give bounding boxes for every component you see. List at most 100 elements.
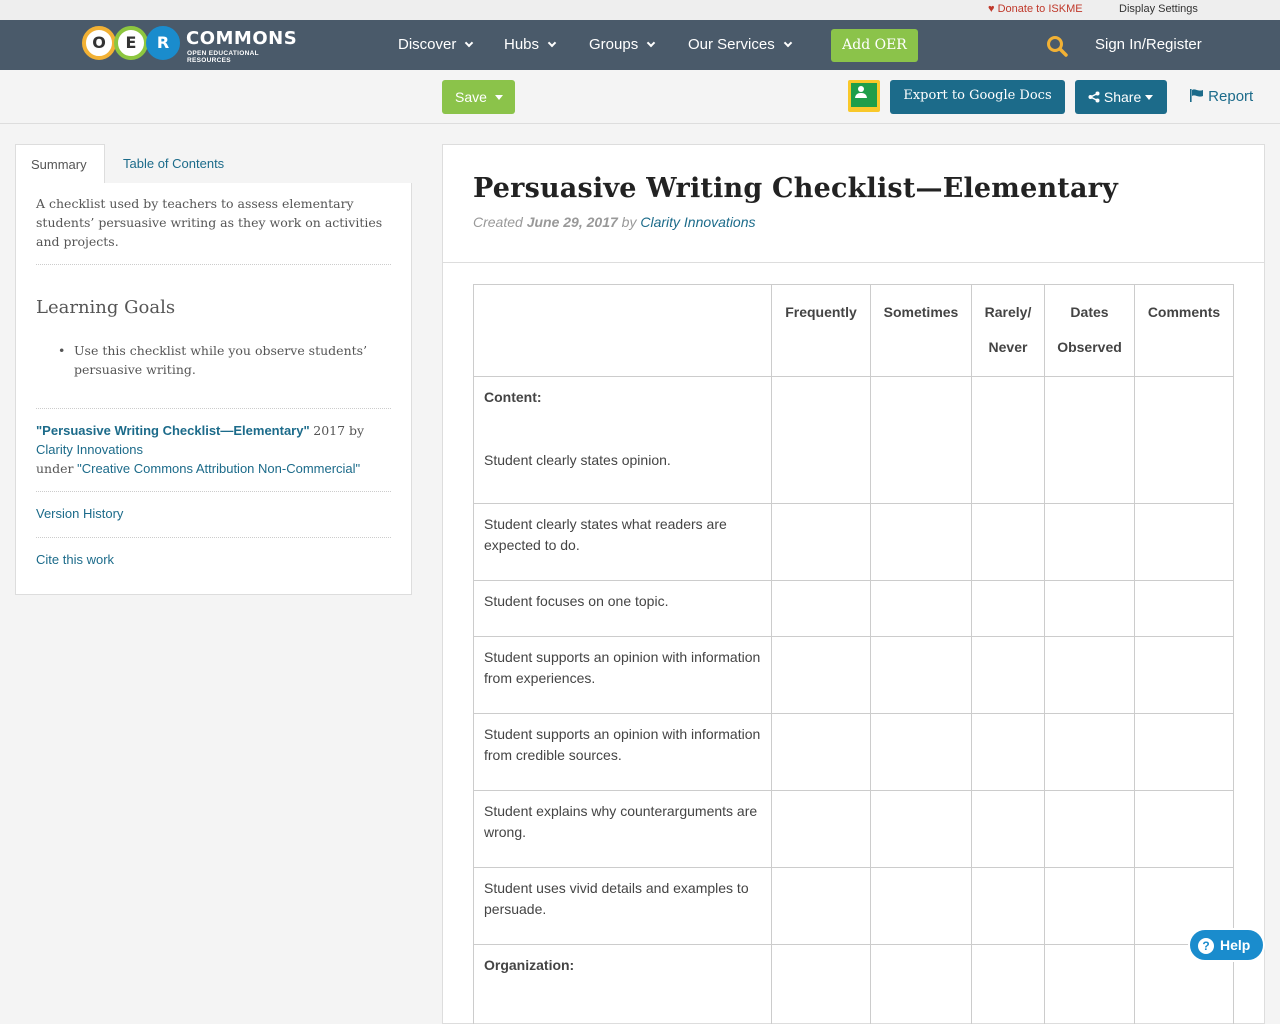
table-cell: [1044, 867, 1135, 945]
version-history-link[interactable]: Version History: [36, 506, 123, 521]
sign-in-register-link[interactable]: Sign In/Register: [1095, 36, 1202, 53]
table-cell: [870, 376, 972, 504]
criterion-text: Student explains why counterarguments ar…: [484, 803, 758, 840]
question-icon: ?: [1198, 938, 1214, 954]
utility-bar: ♥ Donate to ISKME Display Settings: [0, 0, 1280, 20]
search-icon[interactable]: [1046, 35, 1068, 57]
table-row: Student supports an opinion with informa…: [473, 713, 1234, 791]
criterion-text: Student supports an opinion with informa…: [484, 726, 761, 763]
table-cell: [771, 636, 871, 714]
table-cell: [971, 580, 1045, 637]
criterion-text: Student focuses on one topic.: [484, 593, 669, 609]
resource-content: Persuasive Writing Checklist—Elementary …: [442, 144, 1265, 1024]
table-cell: [870, 790, 972, 868]
table-cell: [870, 636, 972, 714]
nav-groups[interactable]: Groups: [589, 36, 656, 53]
criterion-cell: Student clearly states what readers are …: [473, 503, 772, 581]
column-header-sometimes: Sometimes: [870, 284, 972, 377]
table-cell: [1044, 580, 1135, 637]
table-row: Student explains why counterarguments ar…: [473, 790, 1234, 868]
table-row: Student clearly states what readers are …: [473, 503, 1234, 581]
table-cell: [971, 867, 1045, 945]
page-title: Persuasive Writing Checklist—Elementary: [473, 173, 1118, 204]
criterion-cell: Student uses vivid details and examples …: [473, 867, 772, 945]
chevron-down-icon: [547, 38, 557, 48]
add-oer-button[interactable]: Add OER: [831, 29, 918, 62]
resource-toolbar: Save Export to Google Docs Share Report: [0, 70, 1280, 124]
divider: [36, 491, 391, 492]
nav-hubs-label: Hubs: [504, 36, 540, 53]
flag-icon: [1190, 89, 1203, 102]
criterion-cell: Student explains why counterarguments ar…: [473, 790, 772, 868]
table-cell: [870, 580, 972, 637]
nav-discover[interactable]: Discover: [398, 36, 474, 53]
created-by: by: [621, 214, 637, 230]
criterion-cell: Student supports an opinion with informa…: [473, 636, 772, 714]
table-row: Student uses vivid details and examples …: [473, 867, 1234, 945]
table-row: Student supports an opinion with informa…: [473, 636, 1234, 714]
divider: [443, 262, 1264, 263]
share-icon: [1088, 91, 1100, 103]
logo-letter-o: O: [82, 26, 116, 60]
caret-down-icon: [495, 95, 503, 100]
nav-hubs[interactable]: Hubs: [504, 36, 557, 53]
table-cell: [1134, 503, 1234, 581]
table-cell: [1134, 790, 1234, 868]
save-button[interactable]: Save: [442, 80, 515, 114]
criterion-cell: Organization:: [473, 944, 772, 1024]
column-header-comments: Comments: [1134, 284, 1234, 377]
table-row: Organization:: [473, 944, 1234, 1024]
table-cell: [1044, 713, 1135, 791]
share-button[interactable]: Share: [1075, 80, 1167, 114]
oer-commons-logo[interactable]: O E R COMMONS OPEN EDUCATIONAL RESOURCES: [82, 26, 297, 64]
report-link[interactable]: Report: [1190, 88, 1253, 105]
table-header-row: Frequently Sometimes Rarely/ Never Dates…: [473, 284, 1234, 377]
attribution-under: under: [36, 461, 74, 476]
column-header-rarely-never: Rarely/ Never: [971, 284, 1045, 377]
checklist-table: Frequently Sometimes Rarely/ Never Dates…: [473, 284, 1234, 1024]
table-cell: [1134, 636, 1234, 714]
criterion-text: Student uses vivid details and examples …: [484, 880, 749, 917]
author-link[interactable]: Clarity Innovations: [640, 214, 755, 230]
summary-text: A checklist used by teachers to assess e…: [36, 196, 383, 249]
table-cell: [771, 944, 871, 1024]
classroom-person-body: [855, 93, 867, 98]
cite-this-work-link[interactable]: Cite this work: [36, 552, 114, 567]
criterion-text: Student supports an opinion with informa…: [484, 649, 761, 686]
created-label: Created: [473, 214, 523, 230]
attribution: "Persuasive Writing Checklist—Elementary…: [36, 421, 391, 478]
criterion-text: Student clearly states what readers are …: [484, 516, 727, 553]
donate-link[interactable]: ♥ Donate to ISKME: [988, 3, 1083, 15]
table-cell: [771, 790, 871, 868]
section-label: Organization:: [484, 957, 575, 973]
license-link[interactable]: "Creative Commons Attribution Non-Commer…: [77, 461, 360, 476]
column-header-frequently: Frequently: [771, 284, 871, 377]
nav-our-services[interactable]: Our Services: [688, 36, 792, 53]
attribution-title-link[interactable]: "Persuasive Writing Checklist—Elementary…: [36, 423, 310, 438]
created-info: Created June 29, 2017 by Clarity Innovat…: [473, 214, 756, 230]
table-cell: [1044, 376, 1135, 504]
tab-table-of-contents[interactable]: Table of Contents: [108, 144, 239, 184]
created-date: June 29, 2017: [526, 214, 618, 230]
table-cell: [971, 503, 1045, 581]
logo-tagline: OPEN EDUCATIONAL RESOURCES: [187, 50, 259, 64]
table-cell: [771, 867, 871, 945]
google-classroom-icon[interactable]: [848, 80, 880, 112]
chevron-down-icon: [465, 38, 474, 48]
tab-summary[interactable]: Summary: [15, 144, 105, 184]
help-button[interactable]: ? Help: [1188, 928, 1265, 962]
attribution-author-link[interactable]: Clarity Innovations: [36, 442, 143, 457]
save-button-label: Save: [455, 89, 487, 105]
nav-our-services-label: Our Services: [688, 36, 775, 53]
chevron-down-icon: [783, 38, 792, 48]
logo-letter-r: R: [146, 26, 180, 60]
display-settings-link[interactable]: Display Settings: [1119, 3, 1198, 15]
export-google-docs-button[interactable]: Export to Google Docs: [890, 80, 1065, 114]
table-cell: [1134, 580, 1234, 637]
table-cell: [870, 713, 972, 791]
table-cell: [971, 790, 1045, 868]
logo-letter-e: E: [114, 26, 148, 60]
criterion-cell: Content: Student clearly states opinion.: [473, 376, 772, 504]
learning-goal-item: Use this checklist while you observe stu…: [74, 343, 368, 377]
section-label: Content:: [484, 389, 542, 405]
